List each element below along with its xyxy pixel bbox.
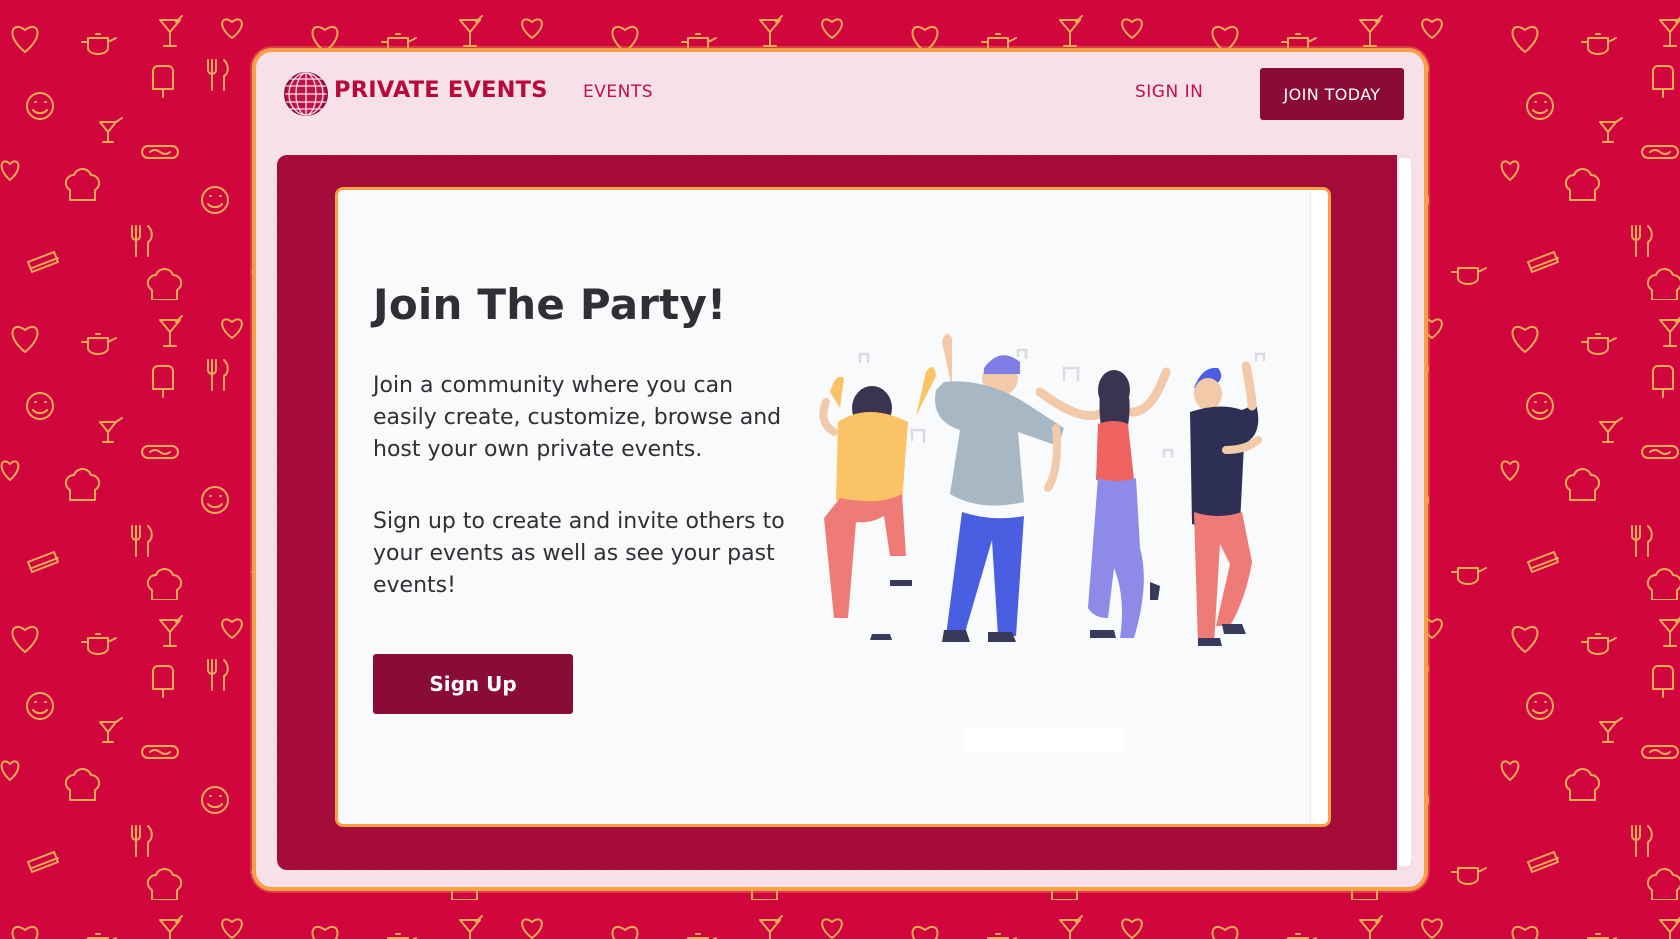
hero-heading: Join The Party! xyxy=(373,280,727,329)
music-note-icon xyxy=(858,352,870,364)
music-note-icon xyxy=(910,428,926,444)
music-note-icon xyxy=(1062,366,1080,382)
dancer-4 xyxy=(1190,361,1262,646)
sign-up-button[interactable]: Sign Up xyxy=(373,654,573,714)
scrollbar[interactable] xyxy=(1397,155,1412,870)
music-note-icon xyxy=(1016,348,1028,360)
music-note-icon xyxy=(1162,448,1174,458)
card-scrollbar[interactable] xyxy=(1310,190,1328,824)
dancing-people-illustration xyxy=(819,333,1266,646)
disco-ball-icon[interactable] xyxy=(283,71,329,117)
nav-link-events[interactable]: EVENTS xyxy=(583,82,653,102)
brand-name[interactable]: PRIVATE EVENTS xyxy=(334,77,548,103)
dancer-2 xyxy=(935,333,1064,642)
placeholder-bar xyxy=(964,727,1124,751)
browser-window: PRIVATE EVENTS EVENTS SIGN IN JOIN TODAY… xyxy=(252,48,1428,891)
dancer-3 xyxy=(1035,367,1171,638)
scrollbar-thumb[interactable] xyxy=(1399,158,1411,866)
dancer-1 xyxy=(819,366,936,640)
music-note-icon xyxy=(1254,352,1266,362)
join-today-button[interactable]: JOIN TODAY xyxy=(1260,68,1404,120)
navbar: PRIVATE EVENTS EVENTS SIGN IN JOIN TODAY xyxy=(256,52,1424,152)
hero-card: Join The Party! Join a community where y… xyxy=(335,187,1331,827)
hero-stage: Join The Party! Join a community where y… xyxy=(277,155,1412,870)
hero-paragraph-signup: Sign up to create and invite others to y… xyxy=(373,509,785,598)
nav-link-sign-in[interactable]: SIGN IN xyxy=(1135,82,1203,102)
hero-paragraph-intro: Join a community where you can easily cr… xyxy=(373,373,782,462)
